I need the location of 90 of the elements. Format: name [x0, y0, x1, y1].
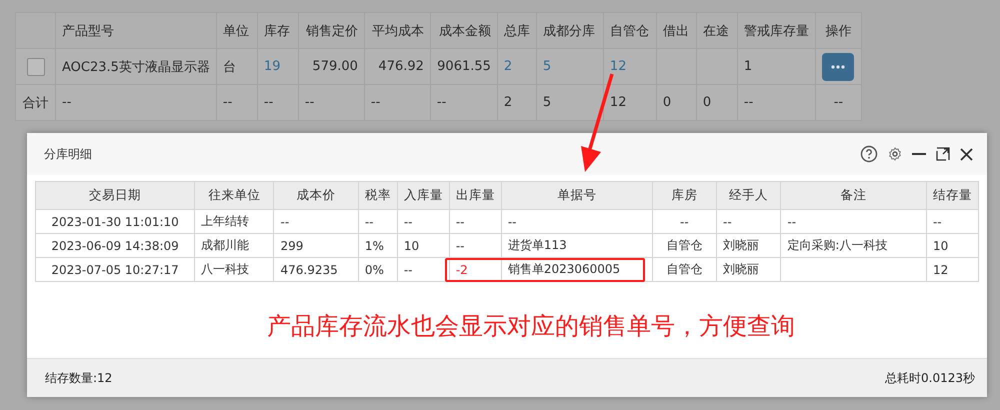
- table-cell: --: [397, 210, 450, 234]
- table-cell: 2023-01-30 11:01:10: [36, 210, 195, 234]
- column-header: 警戒库存量: [737, 12, 816, 48]
- column-header: 销售定价: [298, 12, 364, 48]
- settings-icon[interactable]: [888, 147, 902, 161]
- stock-count: 结存数量:12: [45, 370, 112, 386]
- table-cell: 2023-07-05 10:27:17: [36, 258, 195, 282]
- table-cell: 476.92: [364, 48, 430, 84]
- table-cell: --: [780, 210, 926, 234]
- table-cell: --: [56, 84, 216, 120]
- table-cell: 476.9235: [274, 258, 358, 282]
- table-cell: 2: [497, 84, 536, 120]
- column-header: 出库量: [449, 182, 502, 210]
- table-cell: --: [449, 210, 502, 234]
- table-cell: 299: [274, 234, 358, 258]
- column-header: 在途: [696, 12, 738, 48]
- table-cell: 进货单113: [501, 234, 652, 258]
- column-header: 入库量: [397, 182, 450, 210]
- minimize-icon[interactable]: [912, 152, 926, 156]
- table-cell: 刘晓丽: [716, 234, 781, 258]
- table-cell: 定向采购:八一科技: [780, 234, 926, 258]
- column-header: 产品型号: [56, 12, 216, 48]
- column-header: 借出: [656, 12, 696, 48]
- column-header: 经手人: [716, 182, 781, 210]
- annotation-text: 产品库存流水也会显示对应的销售单号，方便查询: [267, 311, 796, 342]
- table-cell: --: [257, 84, 298, 120]
- column-header: 库存: [257, 12, 298, 48]
- table-cell: --: [501, 210, 652, 234]
- totals-label: 合计: [16, 84, 56, 120]
- table-cell: 2023-06-09 14:38:09: [36, 234, 195, 258]
- table-cell: 1: [737, 48, 816, 84]
- table-cell: 12: [926, 258, 978, 282]
- column-header: 操作: [815, 12, 862, 48]
- column-header: 备注: [780, 182, 926, 210]
- stock-link[interactable]: 2: [504, 59, 512, 74]
- column-header: 成本金额: [430, 12, 498, 48]
- table-cell: --: [815, 84, 862, 120]
- table-cell: --: [449, 234, 502, 258]
- help-icon[interactable]: [860, 145, 878, 163]
- column-header: 单据号: [501, 182, 652, 210]
- table-cell: 0: [696, 84, 738, 120]
- table-cell: --: [216, 84, 258, 120]
- table-cell: 自管仓: [652, 258, 716, 282]
- table-cell: 成都川能: [194, 234, 274, 258]
- elapsed-time: 总耗时0.0123秒: [885, 370, 975, 386]
- maximize-icon[interactable]: [936, 147, 950, 161]
- column-header: 成本价: [274, 182, 358, 210]
- table-cell: --: [652, 210, 716, 234]
- table-cell: --: [397, 258, 450, 282]
- table-cell: AOC23.5英寸液晶显示器: [56, 48, 216, 84]
- table-cell: --: [926, 210, 978, 234]
- table-cell: 9061.55: [430, 48, 498, 84]
- dialog-title: 分库明细: [44, 146, 92, 162]
- column-header: 库房: [652, 182, 716, 210]
- column-header: 交易日期: [36, 182, 195, 210]
- table-cell: 八一科技: [194, 258, 274, 282]
- table-cell: 台: [216, 48, 258, 84]
- stock-link[interactable]: 5: [542, 59, 552, 74]
- table-cell: 10: [397, 234, 450, 258]
- table-cell: --: [430, 84, 498, 120]
- column-header: 自管仓: [603, 12, 656, 48]
- column-header: 总库: [497, 12, 536, 48]
- column-header: 成都分库: [536, 12, 604, 48]
- stock-link[interactable]: 12: [610, 59, 626, 74]
- table-cell: 1%: [358, 234, 398, 258]
- more-button[interactable]: [822, 52, 854, 80]
- table-cell: --: [364, 84, 430, 120]
- column-header: 往来单位: [194, 182, 274, 210]
- table-cell: --: [274, 210, 358, 234]
- column-header: 结存量: [926, 182, 978, 210]
- table-cell: 579.00: [298, 48, 364, 84]
- table-cell: --: [716, 210, 781, 234]
- table-cell: --: [298, 84, 364, 120]
- column-header: 税率: [358, 182, 398, 210]
- column-header: 平均成本: [364, 12, 430, 48]
- stock-link[interactable]: 19: [264, 59, 280, 74]
- table-cell: --: [358, 210, 398, 234]
- table-cell: 自管仓: [652, 234, 716, 258]
- row-checkbox[interactable]: [26, 58, 44, 76]
- table-cell: 刘晓丽: [716, 258, 781, 282]
- table-cell: 0%: [358, 258, 398, 282]
- more-icon: [831, 64, 846, 68]
- table-cell: 12: [603, 84, 656, 120]
- table-cell: 5: [536, 84, 604, 120]
- table-cell: 0: [656, 84, 696, 120]
- column-header: 单位: [216, 12, 258, 48]
- table-cell: --: [737, 84, 816, 120]
- table-cell: 上年结转: [194, 210, 274, 234]
- table-cell: 10: [926, 234, 978, 258]
- close-icon[interactable]: [960, 148, 973, 160]
